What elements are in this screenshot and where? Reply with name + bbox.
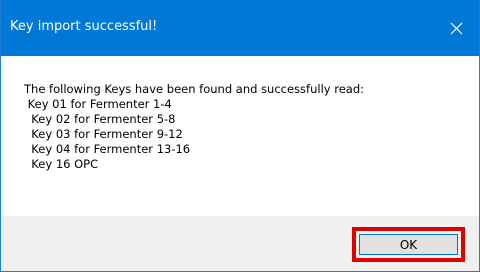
ok-highlight-box: OK	[352, 227, 465, 262]
dialog-content: The following Keys have been found and s…	[1, 56, 479, 216]
message-text: The following Keys have been found and s…	[24, 82, 364, 172]
close-button[interactable]	[433, 0, 479, 56]
message-heading: The following Keys have been found and s…	[24, 82, 365, 96]
dialog-title: Key import successful!	[10, 19, 158, 34]
key-line-4: Key 04 for Fermenter 13-16	[24, 142, 191, 156]
key-line-2: Key 02 for Fermenter 5-8	[24, 112, 176, 126]
dialog-window: Key import successful! The following Key…	[0, 0, 480, 272]
key-line-3: Key 03 for Fermenter 9-12	[24, 127, 183, 141]
close-icon	[450, 22, 462, 34]
dialog-footer: OK	[1, 216, 479, 271]
key-line-5: Key 16 OPC	[24, 157, 99, 171]
ok-button[interactable]: OK	[359, 234, 458, 255]
title-bar: Key import successful!	[1, 0, 479, 56]
key-line-1: Key 01 for Fermenter 1-4	[24, 97, 172, 111]
